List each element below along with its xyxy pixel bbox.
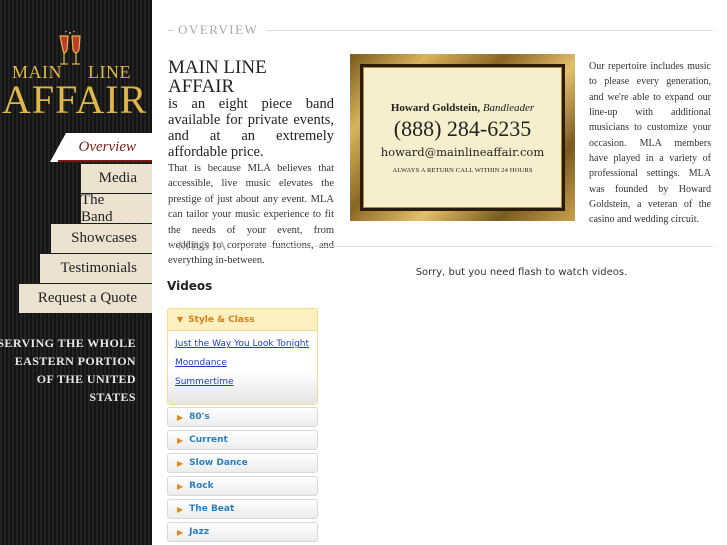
serving-line-3: OF THE UNITED <box>36 372 136 386</box>
accordion-header-label: Jazz <box>189 527 210 537</box>
accordion-header-label: Rock <box>189 481 214 491</box>
accordion-header-80s[interactable]: ▶ 80's <box>167 407 318 427</box>
contact-card-frame: Howard Goldstein, Bandleader (888) 284-6… <box>350 54 575 221</box>
accordion-header-the-beat[interactable]: ▶ The Beat <box>167 499 318 519</box>
contact-card-inner: Howard Goldstein, Bandleader (888) 284-6… <box>360 64 565 211</box>
accordion-header-label: Current <box>189 435 228 445</box>
nav-request-a-quote[interactable]: Request a Quote <box>19 284 152 313</box>
contact-email[interactable]: howard@mainlineaffair.com <box>381 145 545 159</box>
logo-word-affair: AFFAIR <box>2 77 148 122</box>
accordion-links: Just the Way You Look Tonight Moondance … <box>168 331 317 404</box>
accordion-header-current[interactable]: ▶ Current <box>167 430 318 450</box>
serving-line-1: SERVING THE WHOLE <box>0 336 136 350</box>
triangle-down-icon: ▼ <box>177 315 184 324</box>
logo[interactable]: MAIN LINE AFFAIR <box>0 30 152 122</box>
nav-testimonials[interactable]: Testimonials <box>40 254 152 283</box>
video-accordion: ▼ Style & Class Just the Way You Look To… <box>167 308 318 542</box>
overview-section-header: OVERVIEW <box>168 22 713 38</box>
contact-phone[interactable]: (888) 284-6235 <box>394 116 531 142</box>
accordion-panel-style-class: ▼ Style & Class Just the Way You Look To… <box>167 308 318 405</box>
triangle-right-icon: ▶ <box>177 481 184 491</box>
video-link-moondance[interactable]: Moondance <box>175 358 227 368</box>
header-bar <box>168 245 174 247</box>
triangle-right-icon: ▶ <box>177 458 184 468</box>
video-link-summertime[interactable]: Summertime <box>175 377 234 387</box>
videos-heading: Videos <box>167 279 213 293</box>
serving-area-text: SERVING THE WHOLE EASTERN PORTION OF THE… <box>0 334 136 406</box>
contact-name: Howard Goldstein, Bandleader <box>391 102 534 114</box>
accordion-header-style-class[interactable]: ▼ Style & Class <box>168 309 317 331</box>
contact-name-text: Howard Goldstein, <box>390 101 481 114</box>
accordion-header-label: The Beat <box>189 504 235 514</box>
accordion-header-label: Slow Dance <box>189 458 248 468</box>
triangle-right-icon: ▶ <box>177 435 184 445</box>
return-call-note: ALWAYS A RETURN CALL WITHIN 24 HOURS <box>392 166 533 174</box>
triangle-right-icon: ▶ <box>177 412 184 422</box>
header-bar <box>168 29 174 31</box>
serving-line-2: EASTERN PORTION <box>14 354 136 368</box>
triangle-right-icon: ▶ <box>177 504 184 514</box>
accordion-header-label: 80's <box>189 412 210 422</box>
media-heading: MEDIA <box>178 238 229 253</box>
accordion-header-jazz[interactable]: ▶ Jazz <box>167 522 318 542</box>
nav-media[interactable]: Media <box>81 164 152 193</box>
accordion-header-label: Style & Class <box>188 314 255 325</box>
contact-role: Bandleader <box>482 101 535 114</box>
video-link-just-the-way[interactable]: Just the Way You Look Tonight <box>175 339 309 349</box>
band-name-title: MAIN LINE AFFAIR <box>168 57 267 97</box>
intro-lead-text: is an eight piece band available for pri… <box>168 96 334 160</box>
sidebar: MAIN LINE AFFAIR Overview Media The Band… <box>0 0 152 545</box>
nav-showcases[interactable]: Showcases <box>51 224 152 253</box>
serving-line-4: STATES <box>89 390 136 404</box>
flash-required-message: Sorry, but you need flash to watch video… <box>415 267 628 278</box>
media-section-header: MEDIA <box>168 238 713 254</box>
overview-heading: OVERVIEW <box>178 22 259 37</box>
header-rule <box>266 29 713 31</box>
nav-overview[interactable]: Overview <box>50 133 152 162</box>
nav-the-band[interactable]: The Band <box>81 192 152 225</box>
repertoire-text: Our repertoire includes music to please … <box>589 61 711 226</box>
accordion-header-rock[interactable]: ▶ Rock <box>167 476 318 496</box>
header-rule <box>236 245 713 247</box>
triangle-right-icon: ▶ <box>177 527 184 537</box>
accordion-header-slow-dance[interactable]: ▶ Slow Dance <box>167 453 318 473</box>
contact-card: Howard Goldstein, Bandleader (888) 284-6… <box>363 67 562 208</box>
